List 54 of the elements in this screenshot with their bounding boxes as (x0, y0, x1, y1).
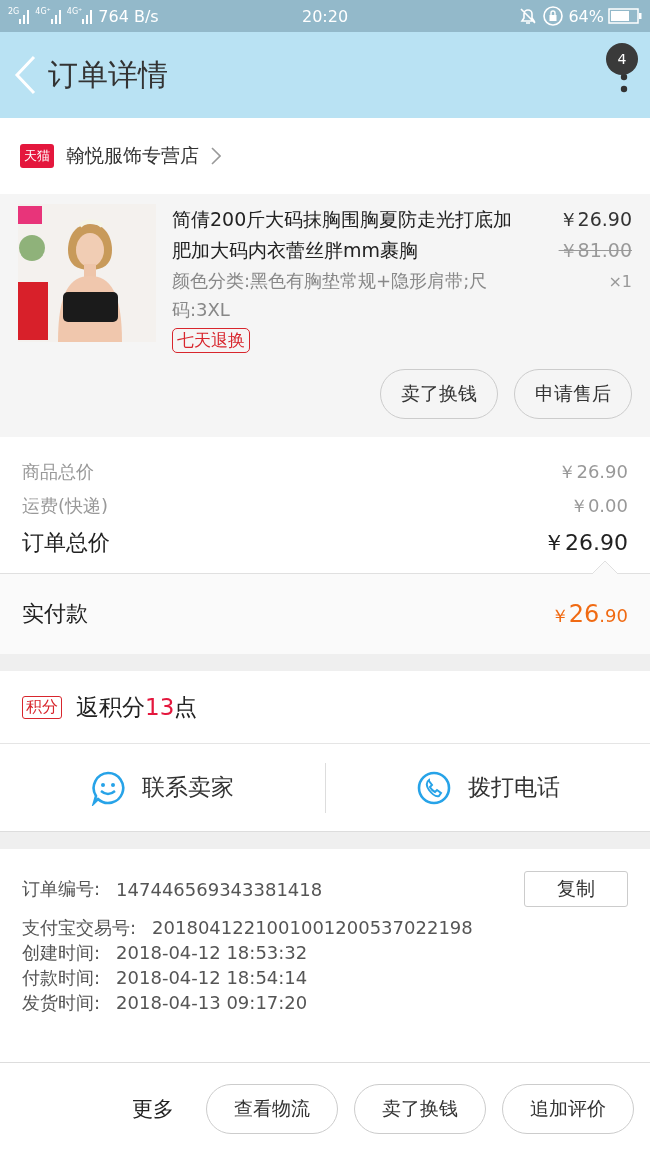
summary-value: ￥26.90 (543, 529, 628, 557)
rotation-lock-icon (542, 5, 565, 27)
store-name[interactable]: 翰悦服饰专营店 (66, 143, 199, 169)
product-price: ￥26.90 (558, 207, 632, 232)
summary-value: ￥0.00 (569, 494, 628, 518)
network-type: 2G (8, 8, 20, 16)
info-value: 147446569343381418 (116, 878, 323, 900)
clock: 20:20 (301, 6, 349, 26)
signal-icon (50, 8, 63, 24)
phone-icon (415, 769, 452, 806)
info-label: 付款时间: (22, 965, 101, 990)
network-type: 4G⁺ (66, 8, 83, 16)
points-text: 返积分13点 (76, 692, 198, 722)
product-spec: 颜色分类:黑色有胸垫常规+隐形肩带;尺码:3XL (172, 269, 489, 322)
paid-label: 实付款 (22, 600, 88, 628)
info-label: 创建时间: (22, 940, 101, 965)
summary-label: 订单总价 (22, 529, 110, 557)
return-policy-tag: 七天退换 (172, 328, 250, 353)
info-value: 2018041221001001200537022198 (152, 917, 473, 938)
more-menu-icon[interactable] (620, 73, 628, 93)
contact-button[interactable]: 拨打电话 (325, 768, 650, 807)
product-title[interactable]: 简倩200斤大码抹胸围胸夏防走光打底加肥加大码内衣蕾丝胖mm裹胸 (172, 204, 522, 266)
network-speed: 764 B/s (98, 6, 159, 26)
summary-value: ￥26.90 (558, 460, 628, 484)
paid-amount: ￥26.90 (550, 600, 628, 628)
action-button[interactable]: 卖了换钱 (354, 1084, 486, 1134)
original-price: ￥81.00 (558, 238, 632, 263)
action-button[interactable]: 卖了换钱 (380, 369, 498, 419)
info-value: 2018-04-12 18:54:14 (116, 967, 308, 988)
network-type: 4G⁺ (35, 8, 51, 16)
summary-label: 商品总价 (22, 460, 94, 484)
signal-icon (19, 8, 32, 24)
action-button[interactable]: 追加评价 (502, 1084, 634, 1134)
copy-button[interactable]: 复制 (524, 871, 628, 907)
action-button[interactable]: 申请售后 (514, 369, 632, 419)
notification-badge: 4 (606, 43, 638, 75)
info-value: 2018-04-13 09:17:20 (116, 992, 308, 1013)
summary-label: 运费(快递) (22, 494, 109, 518)
info-label: 订单编号: (22, 877, 101, 901)
more-link[interactable]: 更多 (132, 1095, 174, 1123)
signal-icon (82, 8, 95, 24)
smiley-chat-icon (90, 769, 127, 806)
info-value: 2018-04-12 18:53:32 (116, 942, 308, 963)
action-button[interactable]: 查看物流 (206, 1084, 338, 1134)
quantity: ×1 (608, 271, 632, 293)
info-label: 支付宝交易号: (22, 915, 137, 940)
points-badge: 积分 (22, 695, 62, 719)
battery-level: 64% (568, 6, 604, 26)
store-badge: 天猫 (20, 144, 54, 168)
battery-icon (608, 8, 642, 24)
contact-button[interactable]: 联系卖家 (0, 768, 325, 807)
info-label: 发货时间: (22, 990, 101, 1015)
page-title: 订单详情 (48, 55, 168, 94)
chevron-right-icon[interactable] (211, 147, 221, 165)
